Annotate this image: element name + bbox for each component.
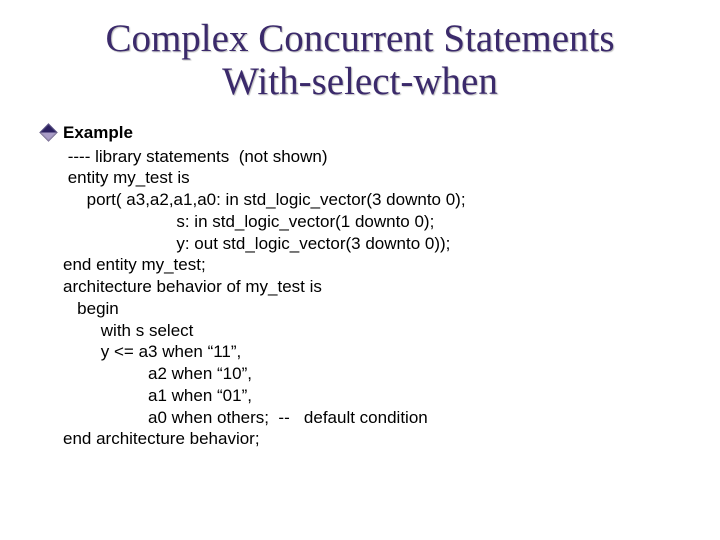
- code-line: s: in std_logic_vector(1 downto 0);: [63, 212, 434, 231]
- code-line: end architecture behavior;: [63, 429, 260, 448]
- diamond-bullet-icon: [39, 123, 57, 141]
- slide-body: Example ---- library statements (not sho…: [30, 122, 690, 450]
- code-line: with s select: [63, 321, 193, 340]
- code-line: y: out std_logic_vector(3 downto 0));: [63, 234, 450, 253]
- title-line-2: With-select-when: [222, 60, 498, 103]
- code-line: a2 when “10”,: [63, 364, 252, 383]
- slide-title: Complex Concurrent Statements With-selec…: [30, 18, 690, 104]
- code-line: y <= a3 when “11”,: [63, 342, 241, 361]
- code-line: architecture behavior of my_test is: [63, 277, 322, 296]
- example-label: Example: [63, 122, 133, 144]
- bullet-row: Example: [42, 122, 690, 144]
- code-line: port( a3,a2,a1,a0: in std_logic_vector(3…: [63, 190, 466, 209]
- code-line: entity my_test is: [63, 168, 190, 187]
- code-line: ---- library statements (not shown): [63, 147, 328, 166]
- title-line-1: Complex Concurrent Statements: [105, 17, 614, 60]
- code-line: end entity my_test;: [63, 255, 206, 274]
- code-line: a1 when “01”,: [63, 386, 252, 405]
- code-line: a0 when others; -- default condition: [63, 408, 428, 427]
- code-line: begin: [63, 299, 119, 318]
- slide: Complex Concurrent Statements With-selec…: [0, 0, 720, 540]
- code-block: ---- library statements (not shown) enti…: [63, 146, 690, 451]
